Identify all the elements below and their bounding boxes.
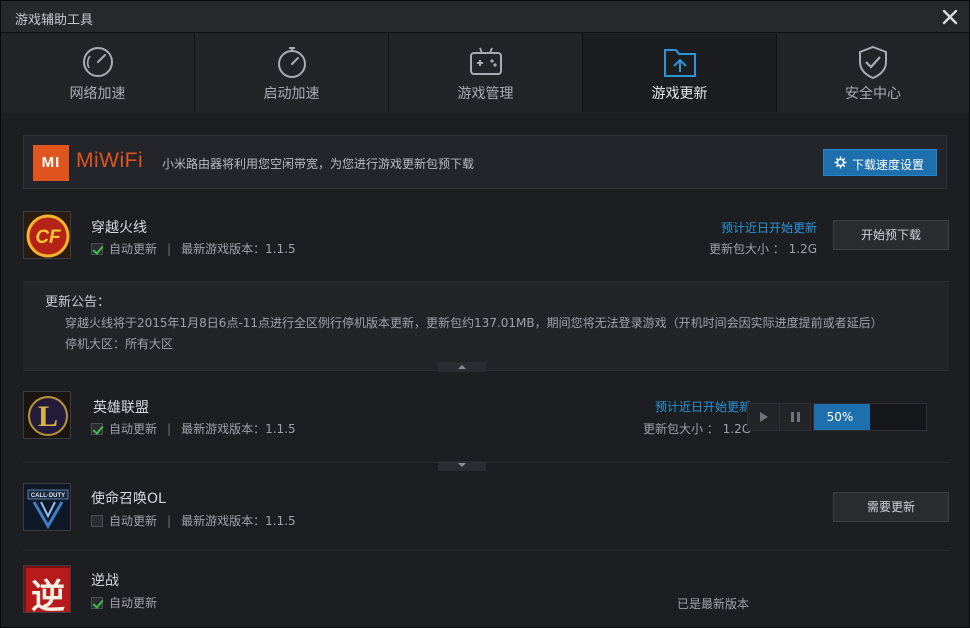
game-meta: 自动更新 bbox=[91, 594, 157, 611]
chevron-up-icon bbox=[458, 365, 466, 369]
banner-text: 小米路由器将利用您空闲带宽，为您进行游戏更新包预下载 bbox=[162, 157, 475, 171]
notice-title: 更新公告： bbox=[45, 295, 111, 310]
tab-label: 启动加速 bbox=[263, 86, 320, 102]
main-tabs: 网络加速 启动加速 游戏管理 游戏更新 安全中心 bbox=[1, 34, 969, 112]
app-window: 游戏辅助工具 网络加速 启动加速 游戏管理 游戏更新 安全中心 MI MiWiF… bbox=[0, 0, 970, 628]
crossfire-icon: CF bbox=[23, 211, 71, 259]
download-progress-bar: 50% bbox=[813, 403, 927, 431]
pause-icon[interactable] bbox=[779, 404, 810, 430]
auto-update-checkbox[interactable] bbox=[91, 597, 103, 609]
separator: | bbox=[167, 422, 172, 436]
league-of-legends-icon: L bbox=[23, 391, 71, 439]
svg-text:CF: CF bbox=[35, 227, 62, 248]
row-divider bbox=[23, 550, 949, 551]
tab-label: 网络加速 bbox=[69, 86, 126, 102]
collapse-notice-toggle[interactable] bbox=[438, 362, 486, 372]
up-to-date-status: 已是最新版本 bbox=[676, 597, 749, 611]
notice-line: 穿越火线将于2015年1月8日6点-11点进行全区例行停机版本更新，更新包约13… bbox=[65, 316, 883, 330]
separator: | bbox=[167, 242, 172, 256]
auto-update-label: 自动更新 bbox=[109, 242, 158, 256]
auto-update-label: 自动更新 bbox=[109, 422, 158, 436]
tab-label: 游戏更新 bbox=[651, 86, 708, 102]
nizhan-icon-char: 逆 bbox=[31, 577, 65, 613]
game-meta: 自动更新 | 最新游戏版本：1.1.5 bbox=[91, 512, 296, 529]
gamepad-icon bbox=[468, 44, 504, 80]
game-version: 最新游戏版本：1.1.5 bbox=[181, 242, 296, 256]
title-bar: 游戏辅助工具 bbox=[1, 1, 969, 33]
tab-game-update[interactable]: 游戏更新 bbox=[583, 34, 777, 112]
stopwatch-icon bbox=[274, 44, 310, 80]
game-row-cod: CALL·DUTY 使命召唤OL 自动更新 | 最新游戏版本：1.1.5 需要更新 bbox=[23, 479, 949, 549]
package-size: 更新包大小 ： 1.2G bbox=[642, 422, 751, 436]
tab-label: 游戏管理 bbox=[457, 86, 514, 102]
game-row-cf: CF 穿越火线 自动更新 | 最新游戏版本：1.1.5 预计近日开始更新 更新包大小… bbox=[23, 209, 949, 279]
game-meta: 自动更新 | 最新游戏版本：1.1.5 bbox=[91, 420, 296, 437]
game-name: 穿越火线 bbox=[91, 220, 147, 236]
tab-network-accel[interactable]: 网络加速 bbox=[1, 34, 195, 112]
game-meta: 自动更新 | 最新游戏版本：1.1.5 bbox=[91, 240, 296, 257]
update-status: 预计近日开始更新 bbox=[654, 400, 751, 414]
svg-text:L: L bbox=[38, 400, 58, 433]
game-name: 英雄联盟 bbox=[93, 400, 149, 416]
nizhan-icon: 逆 bbox=[23, 565, 71, 613]
notice-line: 停机大区：所有大区 bbox=[65, 337, 174, 351]
download-controls bbox=[747, 403, 811, 431]
update-folder-icon bbox=[662, 44, 698, 80]
separator: | bbox=[167, 514, 172, 528]
auto-update-checkbox[interactable] bbox=[91, 243, 103, 255]
svg-text:CALL·DUTY: CALL·DUTY bbox=[31, 493, 65, 499]
auto-update-checkbox[interactable] bbox=[91, 515, 103, 527]
gear-icon bbox=[834, 156, 847, 169]
needs-update-button[interactable]: 需要更新 bbox=[833, 492, 949, 522]
auto-update-label: 自动更新 bbox=[109, 596, 158, 610]
game-version: 最新游戏版本：1.1.5 bbox=[181, 422, 296, 436]
start-predownload-button[interactable]: 开始预下载 bbox=[833, 220, 949, 250]
auto-update-checkbox[interactable] bbox=[91, 423, 103, 435]
game-name: 使命召唤OL bbox=[91, 491, 166, 507]
game-row-nizhan: 逆 逆战 自动更新 已是最新版本 bbox=[23, 563, 949, 627]
mi-logo: MI bbox=[33, 145, 69, 181]
tab-launch-accel[interactable]: 启动加速 bbox=[195, 34, 389, 112]
download-speed-settings-button[interactable]: 下载速度设置 bbox=[823, 149, 937, 176]
package-size: 更新包大小 ： 1.2G bbox=[708, 242, 817, 256]
tab-game-manage[interactable]: 游戏管理 bbox=[389, 34, 583, 112]
speedometer-icon bbox=[80, 44, 116, 80]
game-name: 逆战 bbox=[91, 573, 119, 589]
call-of-duty-icon: CALL·DUTY bbox=[23, 483, 71, 531]
shield-check-icon bbox=[855, 44, 891, 80]
play-icon[interactable] bbox=[748, 404, 779, 430]
miwifi-brand: MiWiFi bbox=[76, 149, 144, 172]
auto-update-label: 自动更新 bbox=[109, 514, 158, 528]
update-panel: MI MiWiFi 小米路由器将利用您空闲带宽，为您进行游戏更新包预下载 下载速… bbox=[1, 113, 969, 627]
close-icon[interactable] bbox=[939, 6, 961, 28]
miwifi-banner: MI MiWiFi 小米路由器将利用您空闲带宽，为您进行游戏更新包预下载 下载速… bbox=[23, 135, 947, 189]
update-status: 预计近日开始更新 bbox=[720, 221, 817, 235]
progress-text: 50% bbox=[826, 410, 854, 424]
update-notice: 更新公告： 穿越火线将于2015年1月8日6点-11点进行全区例行停机版本更新，… bbox=[23, 281, 949, 371]
button-label: 下载速度设置 bbox=[852, 158, 925, 172]
window-title: 游戏辅助工具 bbox=[15, 13, 94, 28]
game-version: 最新游戏版本：1.1.5 bbox=[181, 514, 296, 528]
tab-label: 安全中心 bbox=[845, 86, 901, 102]
tab-security[interactable]: 安全中心 bbox=[777, 34, 969, 112]
row-divider bbox=[23, 462, 949, 463]
chevron-down-icon bbox=[458, 463, 466, 467]
